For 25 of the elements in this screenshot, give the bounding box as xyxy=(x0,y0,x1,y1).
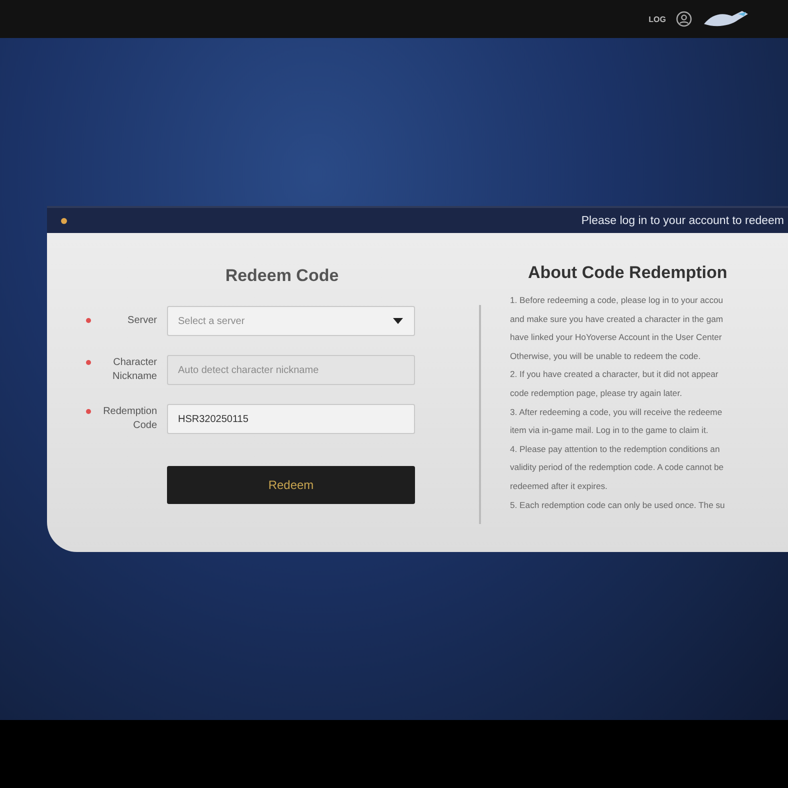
login-link[interactable]: LOG xyxy=(648,14,666,24)
info-text: redeemed after it expires. xyxy=(510,480,608,493)
field-label: Character Nickname xyxy=(112,356,157,384)
field-label: Redemption Code xyxy=(102,405,157,433)
server-select[interactable]: Select a server xyxy=(167,306,415,336)
dot-icon xyxy=(61,218,67,224)
about-title: About Code Redemption xyxy=(528,263,728,283)
info-text: 3. After redeeming a code, you will receive the redeeme xyxy=(510,406,724,419)
field-label: Server xyxy=(126,314,157,328)
form-title: Redeem Code xyxy=(224,266,340,286)
user-icon[interactable] xyxy=(676,11,692,27)
caret-icon xyxy=(393,318,403,324)
info-text: 2. If you have created a character, but it did not appear xyxy=(510,368,720,382)
info-text: have linked your HoYoverse Account in the User Center xyxy=(510,331,723,344)
info-text: validity period of the redemption code. A code cannot be xyxy=(510,461,725,474)
login-notice: Please log in to your account to redeem xyxy=(581,214,784,226)
info-text: Otherwise, you will be unable to redeem the code. xyxy=(510,350,702,363)
info-text: code redemption page, please try again later. xyxy=(510,386,683,400)
info-text: 1. Before redeeming a code, please log in to your accou xyxy=(510,294,724,307)
input-field[interactable]: HSR320250115 xyxy=(167,404,415,434)
info-text: and make sure you have created a character in the gam xyxy=(510,312,724,326)
info-text: 4. Please pay attention to the redemption conditions an xyxy=(510,442,721,456)
redeem-button[interactable]: Redeem xyxy=(167,466,415,504)
info-text: item via in-game mail. Log in to the game to claim it. xyxy=(510,424,710,438)
info-text: 5. Each redemption code can only be used once. The su xyxy=(510,498,726,512)
